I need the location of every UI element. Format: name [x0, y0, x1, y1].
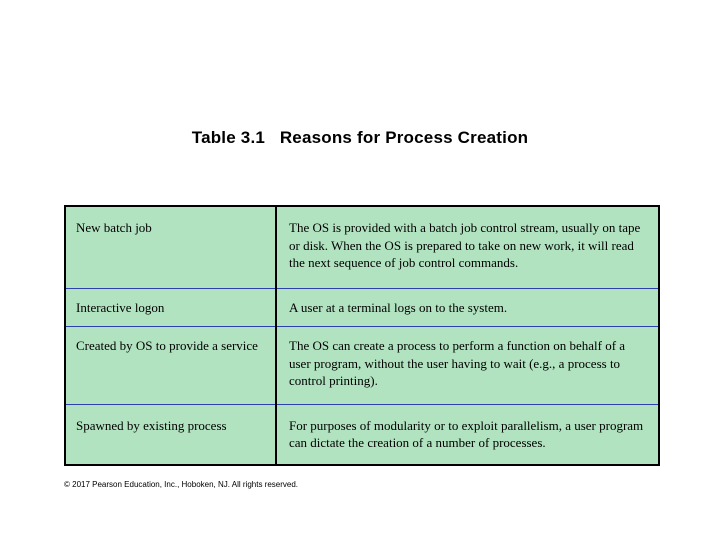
reason-cell: Spawned by existing process: [66, 404, 276, 464]
reason-cell: Created by OS to provide a service: [66, 327, 276, 405]
copyright-notice: © 2017 Pearson Education, Inc., Hoboken,…: [64, 480, 298, 489]
table-row: Created by OS to provide a service The O…: [66, 327, 658, 405]
description-cell: The OS can create a process to perform a…: [276, 327, 658, 405]
description-cell: A user at a terminal logs on to the syst…: [276, 288, 658, 327]
table-row: Interactive logon A user at a terminal l…: [66, 288, 658, 327]
reason-cell: Interactive logon: [66, 288, 276, 327]
table-row: New batch job The OS is provided with a …: [66, 207, 658, 288]
page-title: Table 3.1 Reasons for Process Creation: [0, 128, 720, 148]
description-cell: For purposes of modularity or to exploit…: [276, 404, 658, 464]
table-number: Table 3.1: [192, 128, 265, 147]
reasons-table-container: New batch job The OS is provided with a …: [64, 205, 660, 466]
reasons-table: New batch job The OS is provided with a …: [66, 207, 658, 464]
description-cell: The OS is provided with a batch job cont…: [276, 207, 658, 288]
table-row: Spawned by existing process For purposes…: [66, 404, 658, 464]
table-caption: Reasons for Process Creation: [280, 128, 528, 147]
reason-cell: New batch job: [66, 207, 276, 288]
